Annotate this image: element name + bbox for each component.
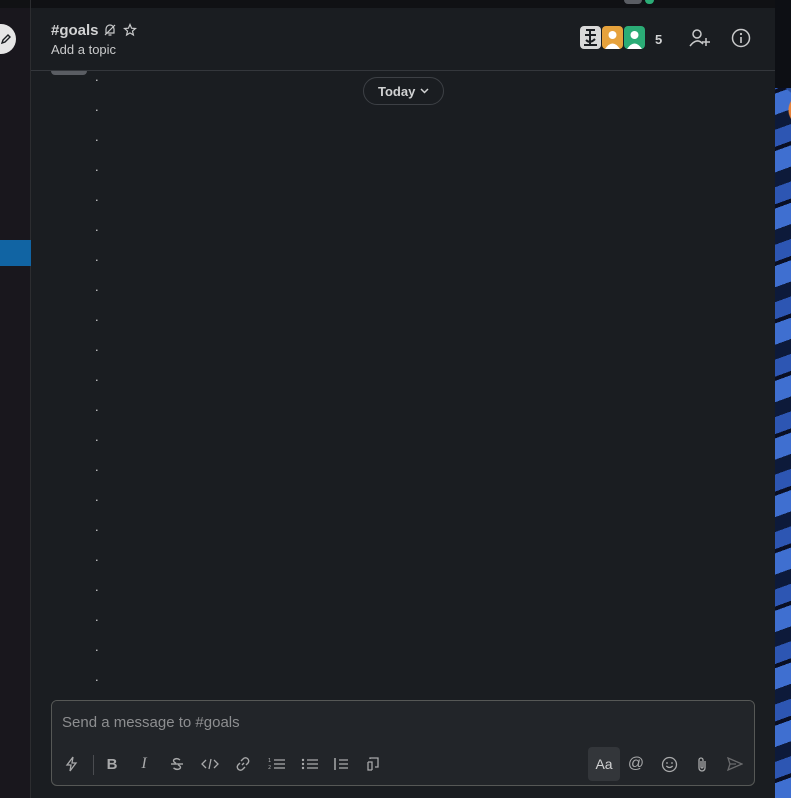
strikethrough-button[interactable] <box>163 750 191 778</box>
day-divider-button[interactable]: Today <box>363 77 445 105</box>
message-text: . <box>95 459 99 474</box>
message-text: . <box>95 339 99 354</box>
message-text: . <box>95 71 99 84</box>
formatting-toggle-button[interactable]: Aa <box>588 747 620 781</box>
bold-icon: B <box>106 755 118 773</box>
bold-button[interactable]: B <box>98 750 126 778</box>
attach-button[interactable] <box>688 750 716 778</box>
message-text: . <box>95 639 99 654</box>
add-member-button[interactable] <box>688 26 712 50</box>
at-sign-icon: @ <box>627 755 645 772</box>
sidebar-item-selected[interactable] <box>0 240 31 266</box>
message-text: . <box>95 369 99 384</box>
blockquote-icon <box>334 758 348 770</box>
sidebar <box>0 0 31 798</box>
compose-icon <box>0 34 11 45</box>
link-icon <box>236 757 250 771</box>
message-text: . <box>95 549 99 564</box>
message-text: . <box>95 219 99 234</box>
message-list[interactable]: Today ..................... <box>31 71 775 691</box>
member-avatars[interactable] <box>580 26 645 49</box>
user-avatar[interactable] <box>624 0 642 4</box>
message-text: . <box>95 399 99 414</box>
member-avatar <box>624 26 645 49</box>
message-composer: B I 12 Aa <box>51 700 755 786</box>
message-text: . <box>95 99 99 114</box>
channel-name[interactable]: #goals <box>51 22 99 39</box>
ordered-list-button[interactable]: 12 <box>263 750 291 778</box>
link-button[interactable] <box>229 750 257 778</box>
lightning-icon <box>65 756 78 772</box>
avatar <box>51 71 87 75</box>
channel-topic[interactable]: Add a topic <box>51 42 116 57</box>
code-block-button[interactable] <box>360 750 388 778</box>
message-text: . <box>95 159 99 174</box>
message-text: . <box>95 279 99 294</box>
wallpaper-shadow <box>775 0 791 88</box>
info-icon <box>731 28 751 48</box>
channel-header-icons <box>103 23 137 37</box>
message-text: . <box>95 519 99 534</box>
compose-button[interactable] <box>0 24 16 54</box>
member-avatar <box>602 26 623 49</box>
star-icon[interactable] <box>123 23 137 37</box>
code-icon <box>201 758 219 770</box>
svg-text:2: 2 <box>268 765 271 771</box>
italic-icon: I <box>141 755 147 772</box>
message-text: . <box>95 489 99 504</box>
emoji-button[interactable] <box>655 750 683 778</box>
italic-button[interactable]: I <box>130 750 158 778</box>
blockquote-button[interactable] <box>327 750 355 778</box>
formatting-toggle-label: Aa <box>595 756 613 772</box>
numbered-list-icon: 12 <box>268 758 285 771</box>
svg-text:1: 1 <box>268 758 271 764</box>
paperclip-icon <box>698 756 706 772</box>
channel-header: #goals Add a topic 5 <box>31 8 775 71</box>
channel-details-button[interactable] <box>729 26 753 50</box>
send-button[interactable] <box>721 750 749 778</box>
message-text: . <box>95 609 99 624</box>
message-text: . <box>95 309 99 324</box>
window-titlebar <box>31 0 775 8</box>
bulleted-list-button[interactable] <box>296 750 324 778</box>
mention-button[interactable]: @ <box>622 750 650 778</box>
message-text: . <box>95 669 99 684</box>
send-icon <box>727 757 743 771</box>
member-avatar <box>580 26 601 49</box>
desktop-wallpaper <box>775 0 791 798</box>
message-text: . <box>95 129 99 144</box>
member-count[interactable]: 5 <box>655 32 662 47</box>
message-text: . <box>95 189 99 204</box>
day-divider-label: Today <box>378 83 416 99</box>
chevron-down-icon <box>420 88 429 94</box>
message-input[interactable] <box>52 701 754 743</box>
sidebar-top-edge <box>0 0 30 8</box>
message-text: . <box>95 429 99 444</box>
code-button[interactable] <box>196 750 224 778</box>
add-person-icon <box>689 29 710 47</box>
formatting-toolbar: B I 12 Aa @ <box>52 743 754 785</box>
message-text: . <box>95 579 99 594</box>
message-text: . <box>95 249 99 264</box>
presence-dot <box>645 0 654 4</box>
muted-bell-icon[interactable] <box>103 23 117 37</box>
strikethrough-icon <box>171 757 183 771</box>
shortcuts-button[interactable] <box>58 750 86 778</box>
toolbar-divider <box>93 755 94 775</box>
bullet-list-icon <box>301 758 318 770</box>
code-block-icon <box>367 757 379 771</box>
channel-view: #goals Add a topic 5 Today . . . . . . .… <box>31 8 775 798</box>
smiley-icon <box>661 756 677 772</box>
